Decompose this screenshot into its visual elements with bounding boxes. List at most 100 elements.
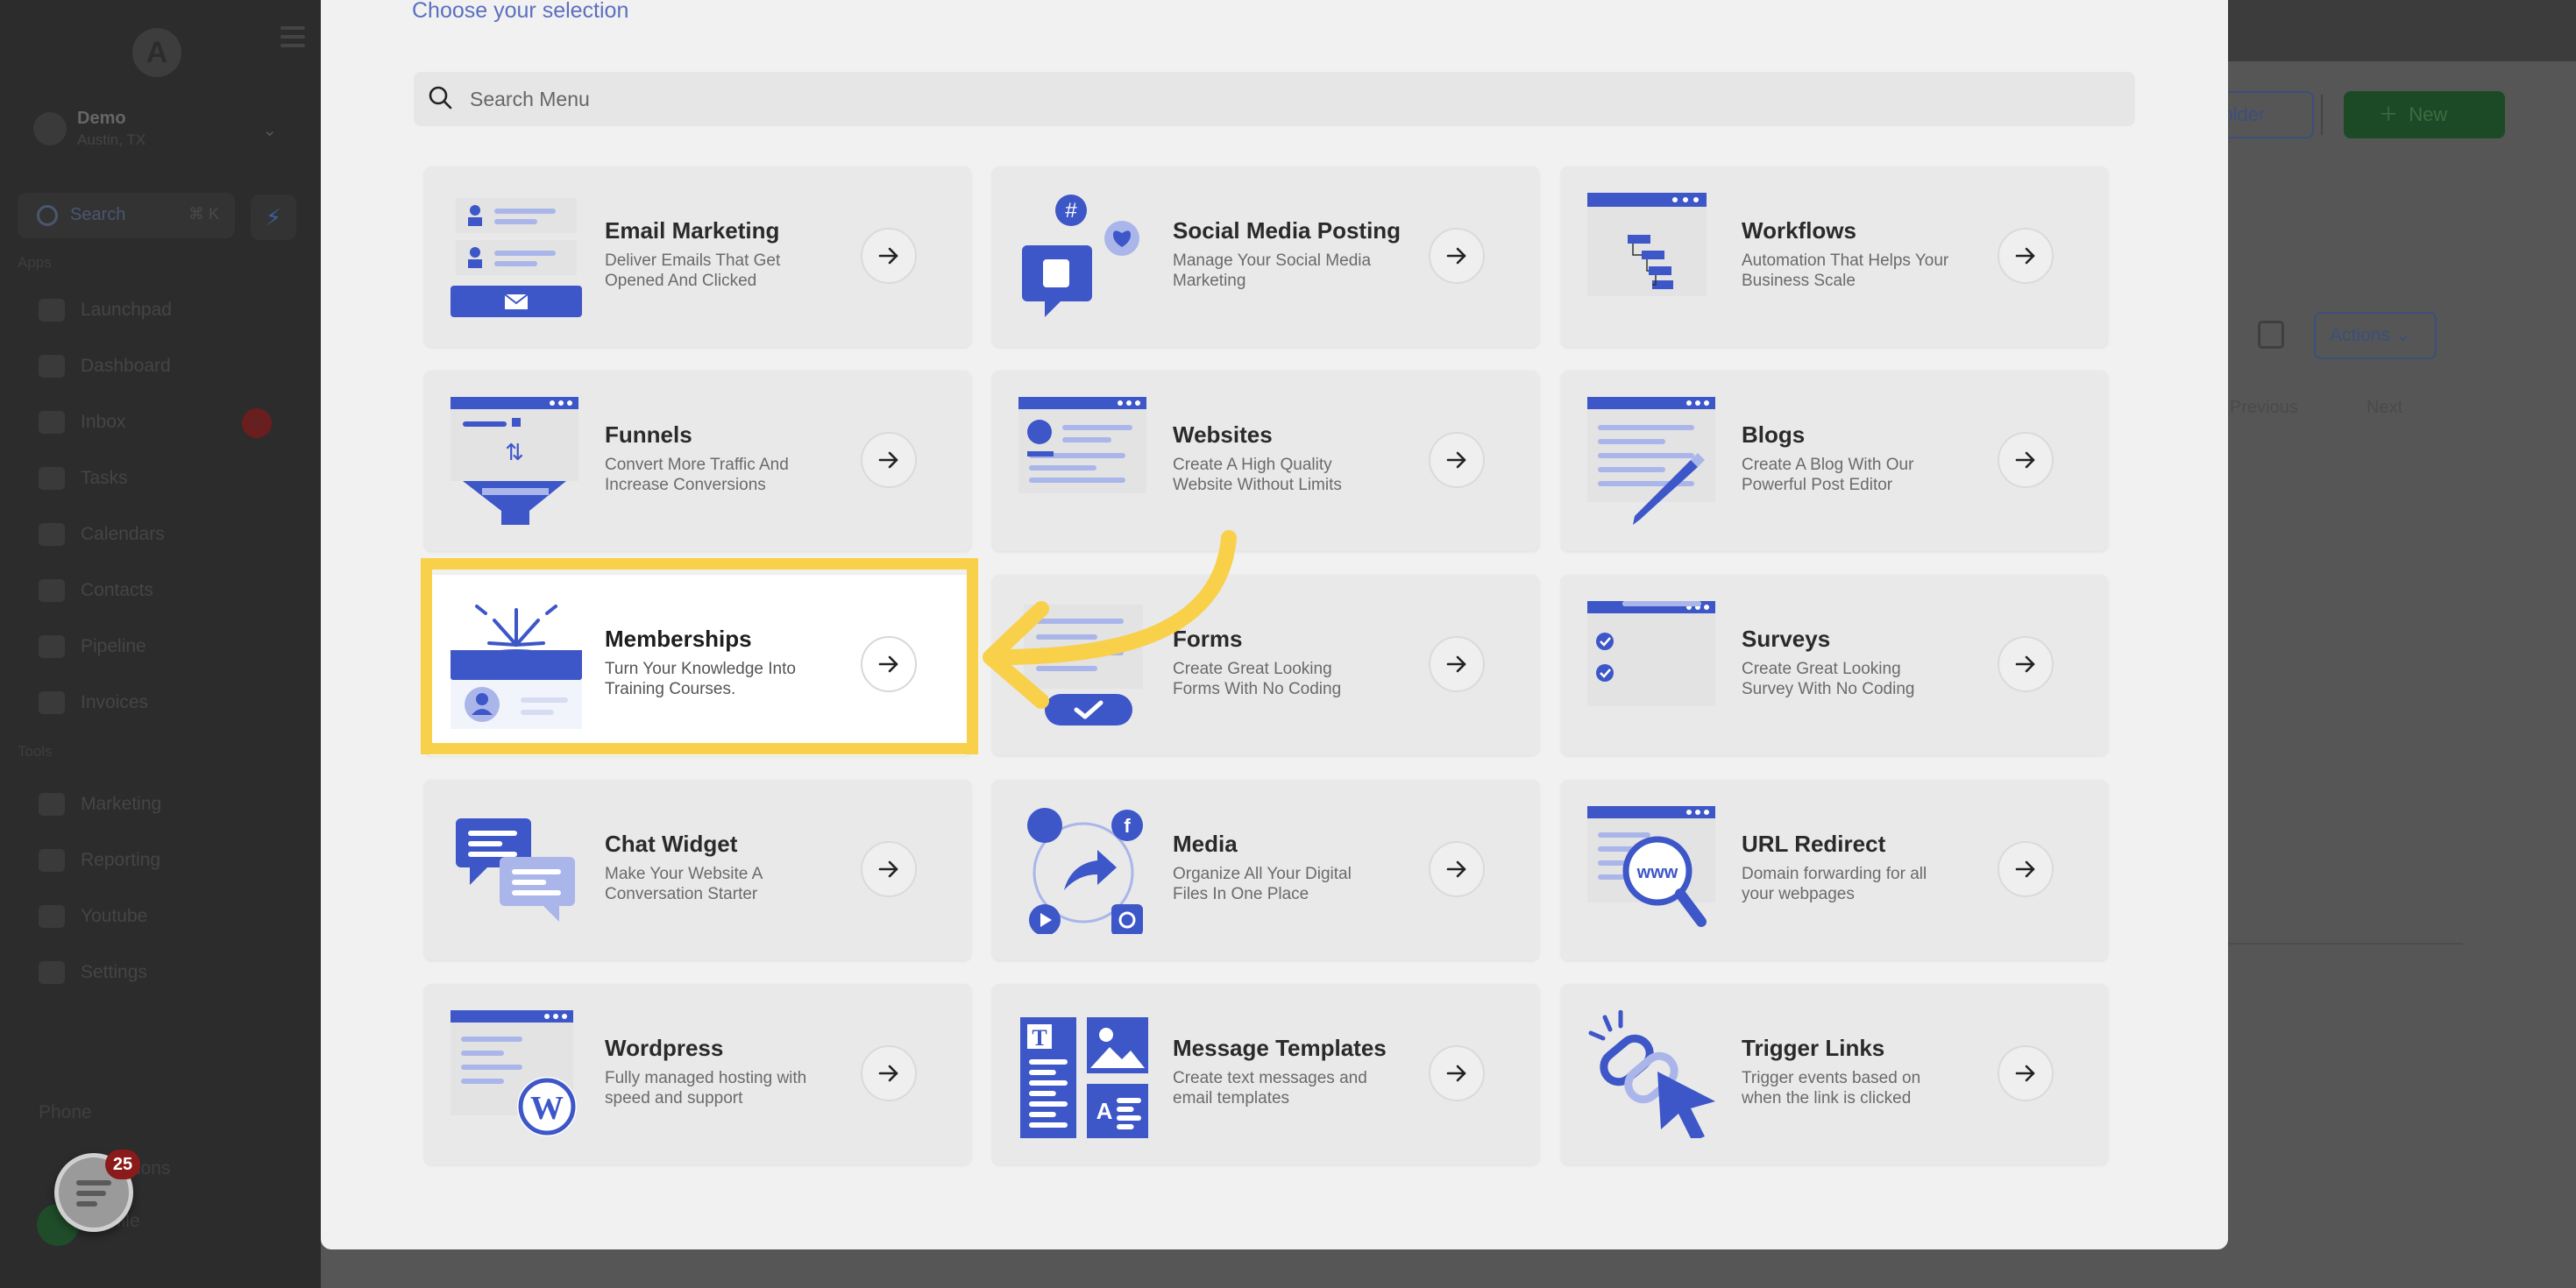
app-logo[interactable]: A (132, 28, 181, 77)
card-title: Workflows (1742, 217, 1856, 244)
card-media[interactable]: f Media Organize All Your Digital Files In… (992, 780, 1539, 960)
open-surveys-button[interactable] (1998, 636, 2054, 692)
sidebar-item-phone[interactable]: Phone (39, 1102, 92, 1123)
open-social-media-posting-button[interactable] (1429, 228, 1485, 284)
arrow-right-icon (878, 1065, 898, 1082)
card-description: Organize All Your Digital Files In One P… (1173, 865, 1352, 903)
sidebar-item-settings[interactable]: Settings (39, 955, 147, 990)
card-url-redirect[interactable]: www URL Redirect Domain forwarding for all… (1561, 780, 2108, 960)
sidebar-item-label: Tasks (81, 468, 128, 488)
url-redirect-icon: www (1587, 806, 1715, 927)
card-message-templates[interactable]: T A Message Templates Create text messages … (992, 984, 1539, 1164)
open-chat-widget-button[interactable] (861, 841, 917, 897)
card-social-media-posting[interactable]: # Social Media Posting Manage Your Social … (992, 166, 1539, 347)
next-page-button[interactable]: Next (2367, 398, 2402, 418)
inbox-icon (39, 411, 65, 434)
arrow-right-icon (1446, 860, 1466, 878)
search-menu-box[interactable] (414, 72, 2135, 126)
message-template-icon: TA (1020, 1017, 1148, 1138)
card-description: Domain forwarding for all your webpages (1742, 865, 1927, 903)
svg-text:T: T (1032, 1025, 1047, 1051)
open-workflows-button[interactable] (1998, 228, 2054, 284)
sidebar-item-reporting[interactable]: Reporting (39, 843, 160, 878)
card-email-marketing[interactable]: Email Marketing Deliver Emails That Get O… (424, 166, 971, 347)
trigger-link-icon (1588, 1010, 1715, 1138)
actions-label: Actions (2330, 325, 2390, 345)
card-workflows[interactable]: Workflows Automation That Helps Your Busi… (1561, 166, 2108, 347)
social-media-icon: # (1022, 195, 1139, 317)
sidebar-item-calendars[interactable]: Calendars (39, 517, 165, 552)
sidebar-search[interactable]: Search ⌘ K (18, 193, 235, 238)
svg-text:f: f (1124, 815, 1131, 837)
sidebar-item-pipeline[interactable]: Pipeline (39, 629, 146, 664)
svg-text:W: W (530, 1090, 564, 1127)
sidebar-item-label: Contacts (81, 580, 153, 600)
sidebar-item-tasks[interactable]: Tasks (39, 461, 128, 496)
card-blogs[interactable]: Blogs Create A Blog With Our Powerful Pos… (1561, 371, 2108, 551)
section-tools-label: Tools (18, 743, 53, 760)
svg-text:A: A (1096, 1098, 1113, 1124)
arrow-right-icon (1446, 655, 1466, 673)
funnel-icon: ⇅ (451, 397, 578, 525)
open-email-marketing-button[interactable] (861, 228, 917, 284)
open-funnels-button[interactable] (861, 432, 917, 488)
sidebar-item-contacts[interactable]: Contacts (39, 573, 153, 608)
media-icon: f (1027, 808, 1143, 934)
open-wordpress-button[interactable] (861, 1045, 917, 1101)
sidebar-collapse-icon[interactable] (280, 26, 305, 49)
chat-widget-icon (456, 818, 575, 922)
chat-unread-badge: 25 (105, 1150, 140, 1179)
search-menu-input[interactable] (470, 81, 2100, 117)
sidebar-item-dashboard[interactable]: Dashboard (39, 349, 171, 384)
card-description: Convert More Traffic And Increase Conver… (605, 456, 789, 494)
lightning-icon[interactable]: ⚡ (251, 195, 296, 240)
website-icon (1018, 397, 1146, 493)
new-button[interactable]: ＋ New (2344, 91, 2505, 138)
previous-page-button[interactable]: Previous (2230, 398, 2298, 418)
open-media-button[interactable] (1429, 841, 1485, 897)
gear-icon (39, 961, 65, 984)
email-marketing-icon (451, 198, 582, 317)
account-avatar (33, 112, 67, 145)
open-url-redirect-button[interactable] (1998, 841, 2054, 897)
open-websites-button[interactable] (1429, 432, 1485, 488)
search-shortcut: ⌘ K (188, 205, 219, 223)
pipeline-icon (39, 635, 65, 658)
sidebar-item-launchpad[interactable]: Launchpad (39, 293, 172, 328)
sidebar-item-marketing[interactable]: Marketing (39, 787, 161, 822)
card-description: Create A Blog With Our Powerful Post Edi… (1742, 456, 1914, 494)
card-websites[interactable]: Websites Create A High Quality Website Wi… (992, 371, 1539, 551)
arrow-right-icon (1446, 451, 1466, 469)
sidebar-item-invoices[interactable]: Invoices (39, 685, 148, 720)
account-switcher[interactable]: Demo Austin, TX ⌄ (33, 105, 280, 158)
actions-dropdown[interactable]: Actions ⌄ (2314, 312, 2437, 359)
sidebar-item-inbox[interactable]: Inbox (39, 405, 125, 440)
search-icon (37, 205, 58, 226)
card-title: Funnels (605, 421, 692, 448)
card-chat-widget[interactable]: Chat Widget Make Your Website A Conversat… (424, 780, 971, 960)
survey-icon (1587, 601, 1715, 706)
rocket-icon (39, 299, 65, 322)
card-surveys[interactable]: Surveys Create Great Looking Survey With … (1561, 575, 2108, 755)
search-icon (429, 86, 452, 110)
sidebar-item-label: Marketing (81, 794, 162, 814)
open-forms-button[interactable] (1429, 636, 1485, 692)
card-trigger-links[interactable]: Trigger Links Trigger events based on whe… (1561, 984, 2108, 1164)
card-funnels[interactable]: ⇅ Funnels Convert More Traffic And Increas… (424, 371, 971, 551)
sidebar-item-youtube[interactable]: Youtube (39, 899, 147, 934)
sidebar-item-label: Inbox (81, 412, 126, 432)
card-description: Create text messages and email templates (1173, 1069, 1367, 1108)
megaphone-icon (39, 793, 65, 816)
plus-icon: ＋ (2379, 103, 2409, 125)
copy-icon[interactable] (2258, 321, 2284, 349)
arrow-right-icon (878, 860, 898, 878)
card-wordpress[interactable]: W Wordpress Fully managed hosting with spe… (424, 984, 971, 1164)
sidebar-item-label: Calendars (81, 524, 165, 544)
open-message-templates-button[interactable] (1429, 1045, 1485, 1101)
open-trigger-links-button[interactable] (1998, 1045, 2054, 1101)
modal-subtitle: Choose your selection (412, 0, 629, 23)
open-blogs-button[interactable] (1998, 432, 2054, 488)
sidebar-item-label: Reporting (81, 850, 161, 870)
arrow-right-icon (2015, 451, 2035, 469)
sidebar: A Demo Austin, TX ⌄ Search ⌘ K ⚡ Apps La… (0, 0, 321, 1288)
